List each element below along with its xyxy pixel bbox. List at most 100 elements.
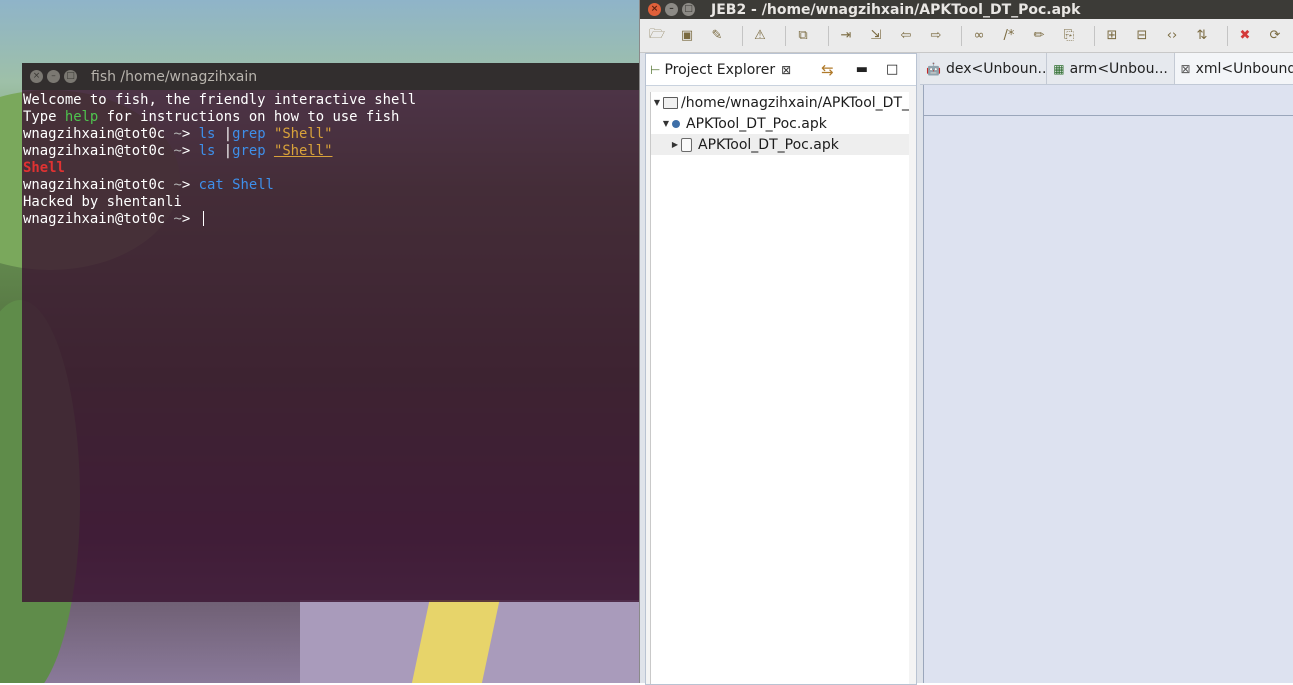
terminal-text: Shell (23, 160, 65, 176)
terminal-text: wnagzihxain@tot0c (23, 126, 174, 142)
terminal-text: ls (199, 143, 224, 159)
minimize-icon[interactable]: – (47, 70, 60, 83)
maximize-icon[interactable]: □ (886, 62, 898, 77)
project-tree[interactable]: ▼ /home/wnagzihxain/APKTool_DT_ ▼ APKTool_D… (650, 92, 909, 684)
expand-down-icon[interactable]: ▼ (653, 99, 661, 107)
close-icon[interactable]: ⊠ (781, 63, 791, 77)
dot-icon (672, 120, 680, 128)
editor-tab[interactable]: ⊠ xml<Unbound (1175, 53, 1293, 84)
maximize-icon[interactable]: □ (64, 70, 77, 83)
terminal-text: wnagzihxain@tot0c (23, 177, 174, 193)
close-icon[interactable]: × (648, 3, 661, 16)
link-icon[interactable]: ∞ (968, 25, 990, 47)
sort-icon[interactable]: ⇅ (1191, 25, 1213, 47)
terminal-text: > (182, 211, 199, 227)
xml-file-icon: ⊠ (1181, 62, 1191, 76)
terminal-line: Shell (23, 160, 639, 177)
editor-tab-label: xml<Unbound (1196, 61, 1293, 77)
editor-panel: 🤖 dex<Unboun... ▦ arm<Unbou... ⊠ xml<Unbound (920, 53, 1293, 683)
tab-label: Project Explorer (664, 62, 775, 78)
project-explorer-panel: ⊢ Project Explorer ⊠ ⇆ ▬ □ ▼ /home/wnagzi… (645, 53, 917, 685)
editor-tab[interactable]: 🤖 dex<Unboun... (920, 53, 1047, 84)
wrench-icon[interactable]: ✎ (706, 25, 728, 47)
terminal-text: help (65, 109, 98, 125)
link-with-editor-icon[interactable]: ⇆ (821, 61, 834, 79)
editor-tab[interactable]: ▦ arm<Unbou... (1047, 53, 1174, 84)
export-icon[interactable]: ⧉ (792, 25, 814, 47)
terminal-line: wnagzihxain@tot0c ~> cat Shell (23, 177, 639, 194)
terminal-text: | (224, 143, 232, 159)
jeb-toolbar: 🗁 ▣ ✎ ⚠ ⧉ ⇥ ⇲ ⇦ ⇨ ∞ /* ✏ ⎘ ⊞ ⊟ ‹› ⇅ ✖ ⟳ (640, 19, 1293, 53)
tree-item-label: APKTool_DT_Poc.apk (686, 116, 827, 132)
editor-tab-label: arm<Unbou... (1070, 61, 1168, 77)
minimize-icon[interactable]: ▬ (856, 62, 868, 77)
bookmark-icon[interactable]: ⎘ (1058, 25, 1080, 47)
pencil-icon[interactable]: ✏ (1028, 25, 1050, 47)
project-explorer-tabbar: ⊢ Project Explorer ⊠ ⇆ ▬ □ (646, 54, 916, 86)
toolbar-separator (1227, 26, 1228, 46)
terminal-title: fish /home/wnagzihxain (91, 69, 257, 85)
terminal-text: ~ (174, 143, 182, 159)
terminal-window[interactable]: × – □ fish /home/wnagzihxain Welcome to … (22, 63, 639, 602)
close-icon[interactable]: × (30, 70, 43, 83)
terminal-output[interactable]: Welcome to fish, the friendly interactiv… (22, 90, 639, 228)
expand-down-icon[interactable]: ▼ (662, 120, 670, 128)
terminal-text: cat Shell (199, 177, 274, 193)
terminal-text: ~ (174, 177, 182, 193)
terminal-text: grep (232, 143, 274, 159)
warning-icon[interactable]: ⚠ (749, 25, 771, 47)
comment-icon[interactable]: /* (998, 25, 1020, 47)
delete-icon[interactable]: ✖ (1234, 25, 1256, 47)
project-explorer-icon: ⊢ (650, 63, 660, 77)
terminal-text: for instructions on how to use fish (98, 109, 399, 125)
back-arrow-icon[interactable]: ⇦ (895, 25, 917, 47)
terminal-text: ~ (174, 126, 182, 142)
android-icon: 🤖 (926, 62, 941, 76)
apk-icon (681, 138, 692, 152)
terminal-text: Type (23, 109, 65, 125)
open-folder-icon[interactable]: 🗁 (646, 25, 668, 47)
step-into-icon[interactable]: ⇥ (835, 25, 857, 47)
forward-arrow-icon[interactable]: ⇨ (925, 25, 947, 47)
terminal-text: wnagzihxain@tot0c (23, 143, 174, 159)
save-icon[interactable]: ▣ (676, 25, 698, 47)
chip-icon: ▦ (1053, 62, 1064, 76)
expand-right-icon[interactable]: ▶ (671, 141, 679, 149)
grid-icon[interactable]: ⊞ (1101, 25, 1123, 47)
terminal-text: Hacked by shentanli (23, 194, 182, 210)
terminal-line: Hacked by shentanli (23, 194, 639, 211)
tree-item[interactable]: ▶ APKTool_DT_Poc.apk (651, 134, 909, 155)
terminal-line: Type help for instructions on how to use… (23, 109, 639, 126)
terminal-text: grep (232, 126, 274, 142)
terminal-text: ~ (174, 211, 182, 227)
toolbar-separator (1094, 26, 1095, 46)
tab-project-explorer[interactable]: ⊢ Project Explorer ⊠ (646, 54, 791, 85)
terminal-text: wnagzihxain@tot0c (23, 211, 174, 227)
terminal-titlebar[interactable]: × – □ fish /home/wnagzihxain (22, 63, 639, 90)
tree-item[interactable]: ▼ /home/wnagzihxain/APKTool_DT_ (651, 92, 909, 113)
terminal-text: > (182, 177, 199, 193)
terminal-text: "Shell" (274, 143, 333, 159)
terminal-line: wnagzihxain@tot0c ~> (23, 211, 639, 228)
tree-item-label: APKTool_DT_Poc.apk (698, 137, 839, 153)
jeb-window[interactable]: × – □ JEB2 - /home/wnagzihxain/APKTool_D… (639, 0, 1293, 683)
text-cursor (203, 211, 204, 226)
editor-tab-label: dex<Unboun... (946, 61, 1047, 77)
terminal-text: > (182, 143, 199, 159)
maximize-icon[interactable]: □ (682, 3, 695, 16)
refresh-icon[interactable]: ⟳ (1264, 25, 1286, 47)
terminal-line: wnagzihxain@tot0c ~> ls |grep "Shell" (23, 126, 639, 143)
terminal-text: | (224, 126, 232, 142)
jeb-titlebar[interactable]: × – □ JEB2 - /home/wnagzihxain/APKTool_D… (640, 0, 1293, 19)
minimize-icon[interactable]: – (665, 3, 678, 16)
editor-content[interactable] (923, 85, 1293, 683)
step-over-icon[interactable]: ⇲ (865, 25, 887, 47)
code-brackets-icon[interactable]: ‹› (1161, 25, 1183, 47)
tree-item-label: /home/wnagzihxain/APKTool_DT_ (681, 95, 909, 111)
tree-item[interactable]: ▼ APKTool_DT_Poc.apk (651, 113, 909, 134)
terminal-text: Welcome to fish, the friendly interactiv… (23, 92, 416, 108)
terminal-text: ls (199, 126, 224, 142)
toolbar-separator (961, 26, 962, 46)
grid-alt-icon[interactable]: ⊟ (1131, 25, 1153, 47)
toolbar-separator (785, 26, 786, 46)
